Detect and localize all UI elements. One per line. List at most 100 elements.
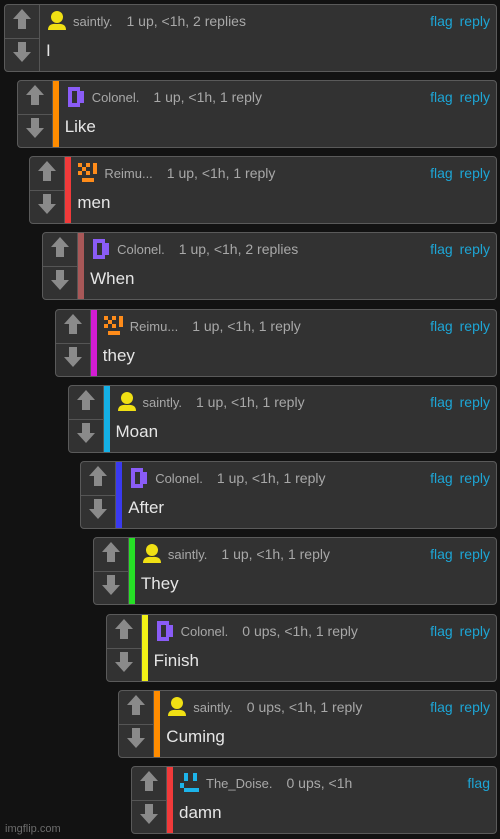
username-link[interactable]: saintly. (73, 14, 113, 29)
flag-link[interactable]: flag (467, 775, 490, 791)
yellow-person-icon[interactable] (46, 10, 68, 32)
username-link[interactable]: Colonel. (155, 471, 203, 486)
yellow-person-icon[interactable] (166, 696, 188, 718)
reply-link[interactable]: reply (460, 394, 490, 410)
upvote-button[interactable] (119, 691, 153, 724)
purple-bracket-icon[interactable] (154, 620, 176, 642)
upvote-button[interactable] (81, 462, 115, 495)
username-link[interactable]: Reimu... (104, 166, 152, 181)
flag-link[interactable]: flag (430, 318, 453, 334)
comment-meta: 1 up, <1h, 1 reply (166, 165, 276, 181)
vote-controls (5, 5, 40, 71)
yellow-person-icon[interactable] (116, 391, 138, 413)
username-link[interactable]: saintly. (143, 395, 183, 410)
reply-link[interactable]: reply (460, 623, 490, 639)
downvote-button[interactable] (68, 418, 103, 453)
comment-body: Colonel. 1 up, <1h, 2 replies flag reply … (84, 233, 496, 299)
comment-text: I (46, 41, 51, 60)
upvote-button[interactable] (30, 157, 64, 190)
upvote-button[interactable] (107, 615, 141, 648)
flag-link[interactable]: flag (430, 623, 453, 639)
comment-header: Colonel. 1 up, <1h, 1 reply flag reply (65, 86, 490, 108)
comment-meta: 1 up, <1h, 1 reply (192, 318, 301, 334)
arrow-up-icon (101, 541, 121, 568)
reply-link[interactable]: reply (460, 165, 490, 181)
purple-bracket-icon[interactable] (128, 467, 150, 489)
downvote-button[interactable] (119, 723, 154, 758)
username-link[interactable]: Colonel. (117, 242, 165, 257)
flag-link[interactable]: flag (430, 165, 453, 181)
arrow-up-icon (25, 84, 45, 111)
comment-header: Reimu... 1 up, <1h, 1 reply flag reply (103, 315, 490, 337)
downvote-button[interactable] (17, 113, 52, 148)
flag-link[interactable]: flag (430, 546, 453, 562)
arrow-up-icon (114, 618, 134, 645)
comment-header: Colonel. 1 up, <1h, 2 replies flag reply (90, 238, 490, 260)
upvote-button[interactable] (5, 5, 39, 38)
upvote-button[interactable] (56, 310, 90, 343)
downvote-button[interactable] (81, 494, 116, 529)
reply-link[interactable]: reply (460, 546, 490, 562)
downvote-button[interactable] (93, 570, 128, 605)
reply-link[interactable]: reply (460, 13, 490, 29)
vote-controls (119, 691, 155, 758)
downvote-button[interactable] (30, 189, 65, 224)
orange-pixel-face-icon[interactable] (77, 162, 99, 184)
upvote-button[interactable] (43, 233, 77, 266)
comment-body: saintly. 0 ups, <1h, 1 reply flag reply C… (160, 691, 496, 757)
comment-actions: flag reply (430, 89, 490, 105)
vote-controls (30, 157, 66, 224)
flag-link[interactable]: flag (430, 241, 453, 257)
arrow-up-icon (76, 389, 96, 416)
upvote-button[interactable] (69, 386, 103, 419)
flag-link[interactable]: flag (430, 699, 453, 715)
downvote-button[interactable] (43, 265, 78, 300)
reply-link[interactable]: reply (460, 699, 490, 715)
flag-link[interactable]: flag (430, 13, 453, 29)
arrow-up-icon (50, 236, 70, 263)
downvote-button[interactable] (55, 342, 90, 377)
vote-controls (43, 233, 79, 300)
arrow-down-icon (101, 574, 121, 601)
downvote-button[interactable] (5, 37, 39, 72)
comment-text: damn (179, 803, 222, 822)
upvote-button[interactable] (18, 81, 52, 114)
yellow-person-icon[interactable] (141, 543, 163, 565)
arrow-down-icon (50, 269, 70, 296)
reply-link[interactable]: reply (460, 470, 490, 486)
blue-pixel-face-icon[interactable] (179, 772, 201, 794)
orange-pixel-face-icon[interactable] (103, 315, 125, 337)
comment-meta: 1 up, <1h, 2 replies (126, 13, 246, 29)
flag-link[interactable]: flag (430, 394, 453, 410)
purple-bracket-icon[interactable] (65, 86, 87, 108)
username-link[interactable]: Colonel. (92, 90, 140, 105)
username-link[interactable]: Colonel. (181, 624, 229, 639)
flag-link[interactable]: flag (430, 89, 453, 105)
comment-body: saintly. 1 up, <1h, 1 reply flag reply Th… (135, 538, 496, 604)
arrow-down-icon (88, 498, 108, 525)
upvote-button[interactable] (94, 538, 128, 571)
comment-body: Colonel. 1 up, <1h, 1 reply flag reply Af… (122, 462, 496, 528)
vote-controls (132, 767, 167, 833)
username-link[interactable]: Reimu... (130, 319, 178, 334)
purple-bracket-icon[interactable] (90, 238, 112, 260)
comment-actions: flag reply (430, 318, 490, 334)
comment: Colonel. 0 ups, <1h, 1 reply flag reply F… (105, 614, 497, 682)
downvote-button[interactable] (132, 799, 166, 834)
vote-controls (81, 462, 117, 529)
comment-body: Reimu... 1 up, <1h, 1 reply flag reply th… (97, 310, 496, 376)
comment-meta: 0 ups, <1h, 1 reply (246, 699, 363, 715)
comment-actions: flag reply (430, 241, 490, 257)
username-link[interactable]: saintly. (193, 700, 233, 715)
reply-link[interactable]: reply (460, 318, 490, 334)
downvote-button[interactable] (106, 647, 141, 682)
reply-link[interactable]: reply (460, 241, 490, 257)
reply-link[interactable]: reply (460, 89, 490, 105)
comment: Reimu... 1 up, <1h, 1 reply flag reply th… (54, 309, 497, 377)
upvote-button[interactable] (132, 767, 166, 800)
flag-link[interactable]: flag (430, 470, 453, 486)
comment: saintly. 1 up, <1h, 1 reply flag reply Mo… (67, 385, 497, 453)
username-link[interactable]: saintly. (168, 547, 208, 562)
username-link[interactable]: The_Doise. (206, 776, 272, 791)
arrow-down-icon (63, 346, 83, 373)
